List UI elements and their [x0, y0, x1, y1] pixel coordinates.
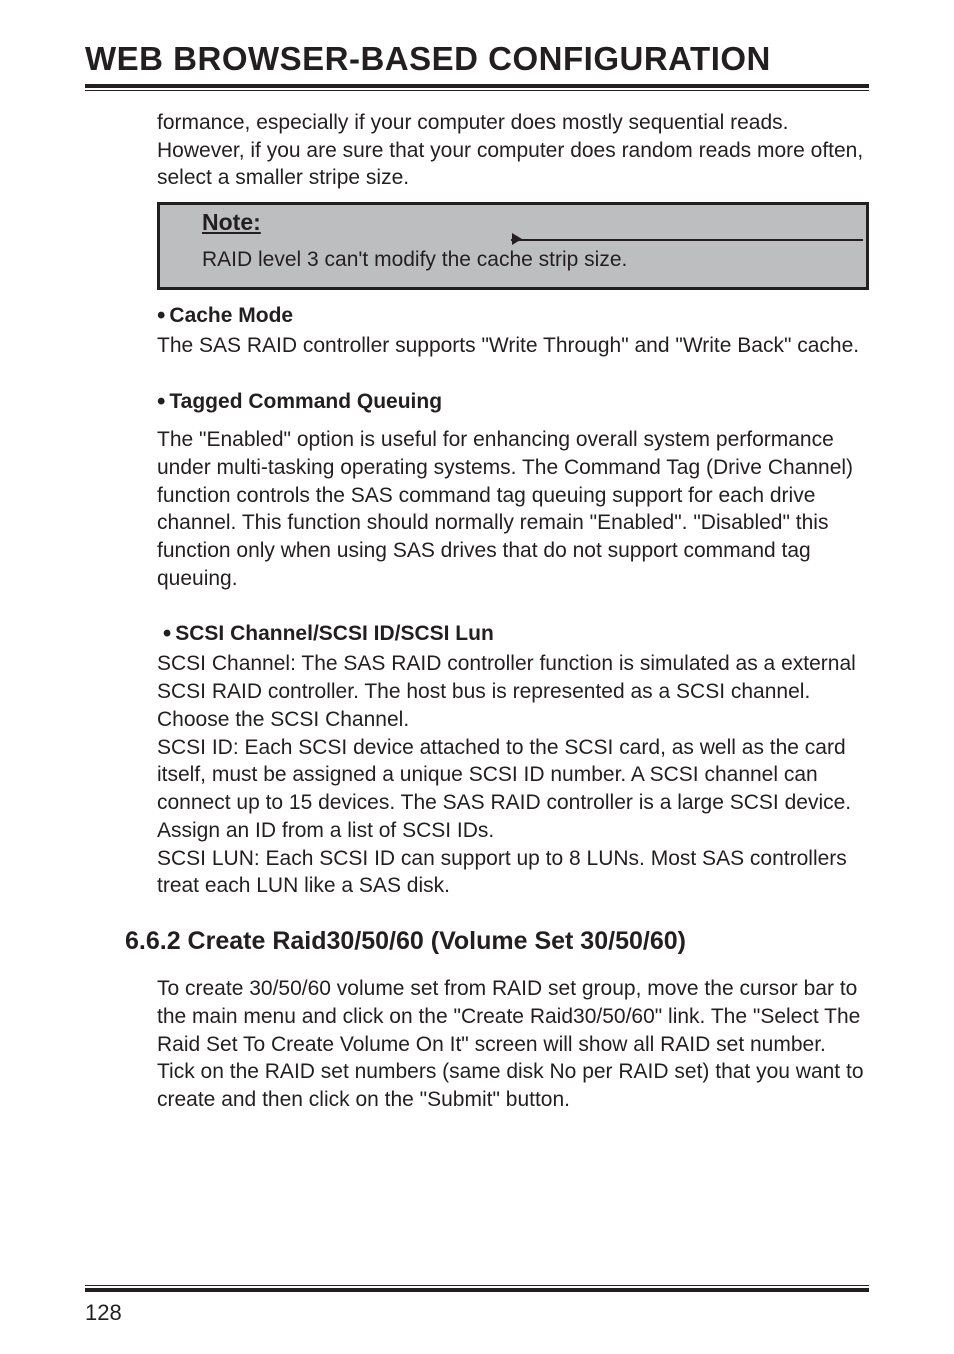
bullet-icon: •	[157, 388, 165, 415]
bullet-title: Cache Mode	[169, 304, 293, 327]
section-cache-mode: •Cache Mode The SAS RAID controller supp…	[157, 302, 869, 360]
title-rule-thin	[85, 90, 869, 91]
note-header: Note:	[160, 205, 866, 236]
note-label: Note:	[160, 205, 261, 236]
bullet-heading: •Cache Mode	[157, 302, 869, 330]
bullet-icon: •	[157, 302, 165, 329]
bullet-heading: •Tagged Command Queuing	[157, 388, 869, 416]
bullet-heading: •SCSI Channel/SCSI ID/SCSI Lun	[157, 620, 869, 648]
section-body: SCSI Channel: The SAS RAID controller fu…	[157, 650, 869, 899]
page-title: WEB BROWSER-BASED CONFIGURATION	[85, 40, 869, 78]
note-arrow-icon	[512, 233, 522, 245]
intro-paragraph: formance, especially if your computer do…	[157, 109, 869, 192]
footer-rule-thin	[85, 1285, 869, 1286]
subsection-body: To create 30/50/60 volume set from RAID …	[157, 975, 869, 1114]
bullet-icon: •	[163, 620, 171, 647]
section-body: The SAS RAID controller supports "Write …	[157, 332, 869, 360]
bullet-title: SCSI Channel/SCSI ID/SCSI Lun	[175, 622, 494, 645]
bullet-title: Tagged Command Queuing	[169, 390, 442, 413]
title-rule-thick	[85, 84, 869, 88]
subsection-heading: 6.6.2 Create Raid30/50/60 (Volume Set 30…	[125, 926, 869, 957]
page-number: 128	[85, 1300, 122, 1326]
note-box: Note: RAID level 3 can't modify the cach…	[157, 202, 869, 290]
footer-rule-thick	[85, 1288, 869, 1292]
content-area: formance, especially if your computer do…	[85, 109, 869, 1114]
section-body: The "Enabled" option is useful for enhan…	[157, 426, 869, 592]
section-tagged-command-queuing: •Tagged Command Queuing The "Enabled" op…	[157, 388, 869, 592]
subsection: 6.6.2 Create Raid30/50/60 (Volume Set 30…	[125, 926, 869, 957]
section-scsi: •SCSI Channel/SCSI ID/SCSI Lun SCSI Chan…	[157, 620, 869, 899]
